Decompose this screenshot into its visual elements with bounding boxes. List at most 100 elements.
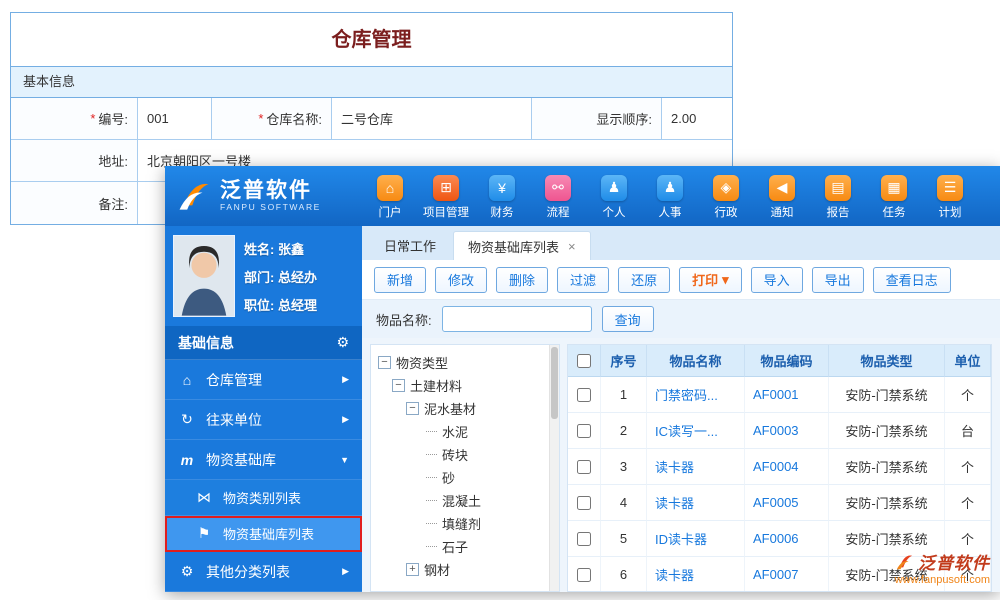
warehouse-name-label: * 仓库名称: xyxy=(212,98,332,140)
sidebar-item-material-category-list[interactable]: ⋈ 物资类别列表 xyxy=(165,480,362,516)
select-all-checkbox[interactable] xyxy=(577,354,591,368)
display-order-label: 显示顺序: xyxy=(532,98,662,140)
number-label: * 编号: xyxy=(11,98,138,140)
app-logo: 泛普软件 FANPU SOFTWARE xyxy=(165,179,362,213)
cell-item-code[interactable]: AF0007 xyxy=(745,557,829,592)
sidebar: 姓名: 张鑫 部门: 总经办 职位: 总经理 基础信息 ⚙ ⌂ 仓库管理 ▶ ↻ xyxy=(165,226,362,592)
cell-no: 5 xyxy=(601,521,647,557)
tree-leaf-concrete[interactable]: 混凝土 xyxy=(378,489,547,512)
fanpu-watermark-icon xyxy=(896,553,914,571)
finance-icon: ¥ xyxy=(489,175,515,201)
nav-personal[interactable]: ♟ 个人 xyxy=(586,173,642,220)
expand-icon[interactable]: + xyxy=(406,563,419,576)
sidebar-item-material-base-list[interactable]: ⚑ 物资基础库列表 xyxy=(165,516,362,552)
column-header-no: 序号 xyxy=(601,345,647,377)
scrollbar-thumb[interactable] xyxy=(551,347,558,419)
profile-position: 职位: 总经理 xyxy=(244,295,317,314)
nav-portal[interactable]: ⌂ 门户 xyxy=(362,173,418,220)
tree-leaf-sand[interactable]: 砂 xyxy=(378,466,547,489)
notification-icon: ◀ xyxy=(769,175,795,201)
row-checkbox[interactable] xyxy=(577,388,591,402)
nav-plan[interactable]: ☰ 计划 xyxy=(922,173,978,220)
export-button[interactable]: 导出 xyxy=(812,267,864,293)
cell-item-name[interactable]: IC读写一... xyxy=(647,413,745,449)
cell-item-code[interactable]: AF0004 xyxy=(745,449,829,485)
column-header-item-code: 物品编码 xyxy=(745,345,829,377)
cell-item-name[interactable]: 读卡器 xyxy=(647,449,745,485)
material-icon: m xyxy=(178,452,196,468)
cell-item-name[interactable]: 门禁密码... xyxy=(647,377,745,413)
tree-node-masonry-materials[interactable]: − 泥水基材 xyxy=(378,397,547,420)
cell-unit: 台 xyxy=(945,413,991,449)
profile-lines: 姓名: 张鑫 部门: 总经办 职位: 总经理 xyxy=(244,235,317,317)
tree-leaf-cement[interactable]: 水泥 xyxy=(378,420,547,443)
sidebar-item-business-contacts[interactable]: ↻ 往来单位 ▶ xyxy=(165,400,362,440)
sidebar-item-material-base[interactable]: m 物资基础库 ▼ xyxy=(165,440,362,480)
nav-report[interactable]: ▤ 报告 xyxy=(810,173,866,220)
cell-no: 6 xyxy=(601,557,647,592)
logo-subtitle: FANPU SOFTWARE xyxy=(220,202,321,212)
cell-item-code[interactable]: AF0003 xyxy=(745,413,829,449)
row-checkbox[interactable] xyxy=(577,568,591,582)
collapse-icon[interactable]: − xyxy=(406,402,419,415)
view-log-button[interactable]: 查看日志 xyxy=(873,267,951,293)
main-content: 日常工作 物资基础库列表 × 新增 修改 删除 过滤 还原 打印 ▾ xyxy=(362,226,1000,592)
close-icon[interactable]: × xyxy=(568,240,576,253)
cell-item-name[interactable]: 读卡器 xyxy=(647,485,745,521)
add-button[interactable]: 新增 xyxy=(374,267,426,293)
cell-item-name[interactable]: 读卡器 xyxy=(647,557,745,592)
row-checkbox[interactable] xyxy=(577,424,591,438)
sidebar-item-other-category-list[interactable]: ⚙ 其他分类列表 ▶ xyxy=(165,552,362,592)
tree-connector xyxy=(426,431,437,432)
header-checkbox-cell xyxy=(568,345,601,377)
item-name-input[interactable] xyxy=(442,306,592,332)
row-checkbox[interactable] xyxy=(577,532,591,546)
nav-process[interactable]: ⚯ 流程 xyxy=(530,173,586,220)
warehouse-name-field[interactable]: 二号仓库 xyxy=(332,98,532,140)
nav-notification[interactable]: ◀ 通知 xyxy=(754,173,810,220)
tree-node-civil-materials[interactable]: − 土建材料 xyxy=(378,374,547,397)
tab-daily-work[interactable]: 日常工作 xyxy=(370,231,450,260)
collapse-icon[interactable]: − xyxy=(392,379,405,392)
tree-node-steel[interactable]: + 钢材 xyxy=(378,558,547,581)
caret-down-icon: ▾ xyxy=(722,272,729,288)
cell-unit: 个 xyxy=(945,485,991,521)
nav-project-management[interactable]: ⊞ 项目管理 xyxy=(418,173,474,220)
row-checkbox[interactable] xyxy=(577,496,591,510)
nav-administration[interactable]: ◈ 行政 xyxy=(698,173,754,220)
cell-item-name[interactable]: ID读卡器 xyxy=(647,521,745,557)
tree-leaf-gravel[interactable]: 石子 xyxy=(378,535,547,558)
edit-button[interactable]: 修改 xyxy=(435,267,487,293)
table-header-row: 序号 物品名称 物品编码 物品类型 单位 xyxy=(568,345,991,377)
tree-leaf-grout[interactable]: 填缝剂 xyxy=(378,512,547,535)
query-button[interactable]: 查询 xyxy=(602,306,654,332)
cell-item-code[interactable]: AF0005 xyxy=(745,485,829,521)
top-nav: ⌂ 门户 ⊞ 项目管理 ¥ 财务 ⚯ 流程 ♟ 个人 xyxy=(362,173,1000,220)
delete-button[interactable]: 删除 xyxy=(496,267,548,293)
administration-icon: ◈ xyxy=(713,175,739,201)
tree-scrollbar[interactable] xyxy=(549,345,559,591)
cell-item-code[interactable]: AF0001 xyxy=(745,377,829,413)
sidebar-section-basic-info[interactable]: 基础信息 ⚙ xyxy=(165,326,362,360)
cell-item-code[interactable]: AF0006 xyxy=(745,521,829,557)
cell-no: 1 xyxy=(601,377,647,413)
row-checkbox[interactable] xyxy=(577,460,591,474)
number-field[interactable]: 001 xyxy=(138,98,212,140)
collapse-icon[interactable]: − xyxy=(378,356,391,369)
nav-finance[interactable]: ¥ 财务 xyxy=(474,173,530,220)
nav-task[interactable]: ▦ 任务 xyxy=(866,173,922,220)
restore-button[interactable]: 还原 xyxy=(618,267,670,293)
tree-node-material-type[interactable]: − 物资类型 xyxy=(378,351,547,374)
tab-material-base-list[interactable]: 物资基础库列表 × xyxy=(453,231,591,260)
import-button[interactable]: 导入 xyxy=(751,267,803,293)
process-icon: ⚯ xyxy=(545,175,571,201)
nav-hr[interactable]: ♟ 人事 xyxy=(642,173,698,220)
tree-leaf-bricks[interactable]: 砖块 xyxy=(378,443,547,466)
print-button[interactable]: 打印 ▾ xyxy=(679,267,742,293)
filter-button[interactable]: 过滤 xyxy=(557,267,609,293)
table-row: 3 读卡器 AF0004 安防-门禁系统 个 xyxy=(568,449,991,485)
watermark-name: 泛普软件 xyxy=(918,549,990,574)
gear-icon[interactable]: ⚙ xyxy=(336,334,349,351)
sidebar-item-warehouse-management[interactable]: ⌂ 仓库管理 ▶ xyxy=(165,360,362,400)
display-order-field[interactable]: 2.00 xyxy=(662,98,732,140)
